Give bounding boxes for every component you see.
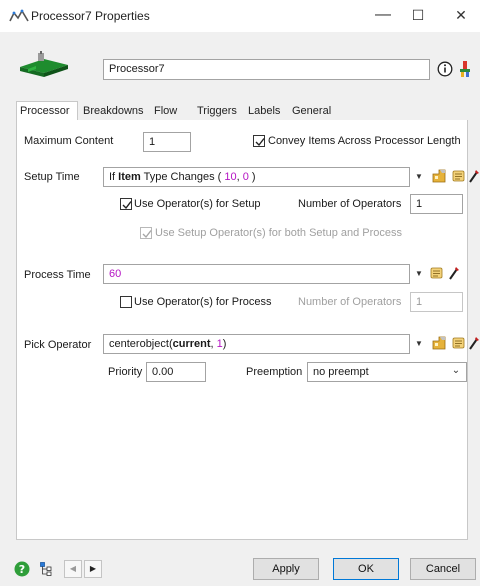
tree-view-icon[interactable]: [39, 561, 55, 577]
arrow-right-icon: ▶: [89, 564, 97, 573]
use-setup-both-label: Use Setup Operator(s) for both Setup and…: [155, 227, 403, 239]
preemption-selected-value: no preempt: [313, 366, 369, 378]
template-properties-icon[interactable]: [431, 335, 447, 351]
setup-time-middle: Type Changes (: [140, 171, 225, 183]
setup-time-dropdown-arrow[interactable]: ▼: [414, 170, 424, 184]
convey-items-checkbox[interactable]: [253, 135, 265, 147]
check-icon: [142, 230, 152, 239]
next-button[interactable]: ▶: [84, 560, 102, 578]
pick-operator-input[interactable]: centerobject(current, 1): [103, 334, 410, 354]
preemption-label: Preemption: [246, 366, 303, 378]
priority-input[interactable]: 0.00: [146, 362, 206, 382]
processor-app-icon: [9, 9, 29, 22]
setup-time-prefix: If: [109, 171, 119, 183]
setup-time-label: Setup Time: [24, 171, 80, 183]
tab-labels[interactable]: Labels: [245, 103, 283, 121]
sampler-eyedropper-icon[interactable]: [468, 168, 480, 184]
help-icon[interactable]: ?: [14, 561, 30, 577]
object-name-input[interactable]: Processor7: [103, 59, 430, 80]
info-icon[interactable]: [437, 61, 453, 77]
num-operators-label: Number of Operators: [298, 198, 402, 210]
tab-flow[interactable]: Flow: [151, 103, 180, 121]
setup-time-keyword: Item: [118, 171, 141, 183]
template-properties-icon[interactable]: [431, 168, 447, 184]
pick-operator-arg: current: [172, 338, 211, 350]
minimize-icon: —: [375, 6, 391, 23]
script-edit-icon[interactable]: [451, 335, 467, 351]
window-title: Processor7 Properties: [31, 9, 150, 23]
use-operators-process-checkbox[interactable]: [120, 296, 132, 308]
title-bar: Processor7 Properties — ☐ ✕: [0, 0, 480, 32]
max-content-label: Maximum Content: [24, 135, 114, 147]
setup-time-suffix: ): [248, 171, 256, 183]
setup-time-num1: 10: [224, 171, 237, 183]
num-operators-process-input[interactable]: 1: [410, 292, 463, 312]
pick-operator-close: ): [222, 338, 227, 350]
tab-general[interactable]: General: [289, 103, 334, 121]
convey-items-label: Convey Items Across Processor Length: [268, 135, 461, 147]
process-time-label: Process Time: [24, 269, 91, 281]
maximize-icon: ☐: [411, 7, 425, 23]
previous-button[interactable]: ◀: [64, 560, 82, 578]
sampler-eyedropper-icon[interactable]: [468, 335, 480, 351]
maximize-button[interactable]: ☐: [403, 4, 433, 26]
minimize-button[interactable]: —: [368, 4, 398, 26]
processor-model-icon: [20, 51, 68, 77]
svg-text:?: ?: [19, 563, 25, 576]
arrow-left-icon: ◀: [69, 564, 77, 573]
check-icon: [255, 138, 265, 147]
script-edit-icon[interactable]: [451, 168, 467, 184]
num-operators-process-label: Number of Operators: [298, 296, 402, 308]
use-operators-setup-label: Use Operator(s) for Setup: [134, 198, 261, 210]
pick-operator-dropdown-arrow[interactable]: ▼: [414, 337, 424, 351]
paint-icon[interactable]: [457, 60, 473, 78]
cancel-button[interactable]: Cancel: [410, 558, 476, 580]
use-setup-both-checkbox[interactable]: [140, 227, 152, 239]
pick-operator-label: Pick Operator: [24, 339, 92, 351]
close-button[interactable]: ✕: [446, 4, 476, 26]
process-time-input[interactable]: 60: [103, 264, 410, 284]
use-operators-setup-checkbox[interactable]: [120, 198, 132, 210]
tab-processor[interactable]: Processor: [16, 101, 78, 121]
check-icon: [122, 201, 132, 210]
max-content-input[interactable]: 1: [143, 132, 191, 152]
close-icon: ✕: [455, 7, 467, 23]
process-time-dropdown-arrow[interactable]: ▼: [414, 267, 424, 281]
chevron-down-icon[interactable]: ⌄: [450, 364, 462, 378]
pick-operator-fn: centerobject: [109, 338, 169, 350]
num-operators-input[interactable]: 1: [410, 194, 463, 214]
preemption-select[interactable]: no preempt: [307, 362, 467, 382]
use-operators-process-label: Use Operator(s) for Process: [134, 296, 272, 308]
script-edit-icon[interactable]: [429, 265, 445, 281]
setup-time-input[interactable]: If Item Type Changes ( 10, 0 ): [103, 167, 410, 187]
sampler-eyedropper-icon[interactable]: [448, 265, 460, 281]
priority-label: Priority: [108, 366, 143, 378]
tab-triggers[interactable]: Triggers: [194, 103, 240, 121]
apply-button[interactable]: Apply: [253, 558, 319, 580]
tab-breakdowns[interactable]: Breakdowns: [80, 103, 147, 121]
ok-button[interactable]: OK: [333, 558, 399, 580]
